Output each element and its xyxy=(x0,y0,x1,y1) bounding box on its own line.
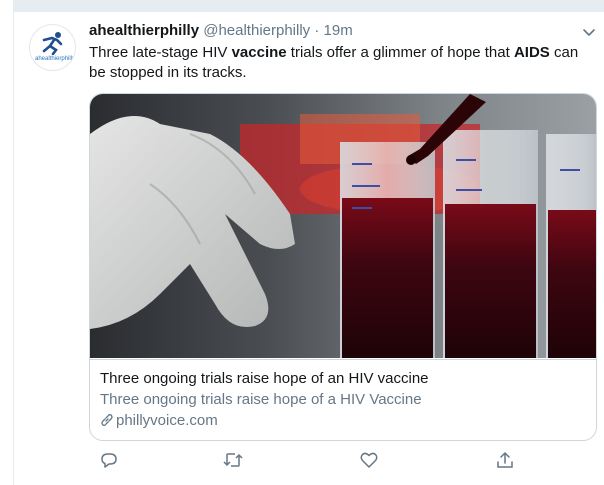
retweet-button[interactable] xyxy=(222,450,246,474)
card-image[interactable] xyxy=(90,94,596,358)
test-tubes-image xyxy=(90,94,596,358)
tweet[interactable]: ahealthierphilly ahealthierphilly @healt… xyxy=(14,12,604,485)
chevron-down-icon xyxy=(583,29,595,36)
timestamp[interactable]: 19m xyxy=(324,22,353,39)
runner-logo-icon xyxy=(42,32,63,55)
share-button[interactable] xyxy=(495,450,519,474)
link-card[interactable]: Three ongoing trials raise hope of an HI… xyxy=(89,93,597,441)
hashtag-aids: AIDS xyxy=(513,44,550,61)
card-domain-text: phillyvoice.com xyxy=(116,412,218,429)
card-domain: phillyvoice.com xyxy=(100,412,218,429)
avatar[interactable]: ahealthierphilly xyxy=(29,24,76,71)
link-icon xyxy=(101,414,113,426)
card-description: Three ongoing trials raise hope of a HIV… xyxy=(100,391,422,408)
card-details[interactable]: Three ongoing trials raise hope of an HI… xyxy=(90,359,596,440)
handle[interactable]: @healthierphilly xyxy=(203,22,310,39)
display-name[interactable]: ahealthierphilly xyxy=(89,22,199,39)
tweet-header: ahealthierphilly @healthierphilly · 19m xyxy=(89,22,353,42)
card-title: Three ongoing trials raise hope of an HI… xyxy=(100,370,429,387)
tweet-text-part: trials offer a glimmer of hope that xyxy=(286,44,514,61)
reply-button[interactable] xyxy=(99,450,123,474)
retweet-icon xyxy=(223,453,243,467)
more-options-button[interactable] xyxy=(581,24,597,40)
reply-icon xyxy=(101,453,117,468)
tweet-divider xyxy=(14,0,604,12)
tweet-text-part: Three late-stage HIV xyxy=(89,44,232,61)
separator: · xyxy=(314,22,320,39)
share-icon xyxy=(497,452,513,468)
tweet-text: Three late-stage HIV vaccine trials offe… xyxy=(89,43,599,83)
timeline: ahealthierphilly ahealthierphilly @healt… xyxy=(13,0,604,485)
tweet-actions xyxy=(89,450,599,474)
like-button[interactable] xyxy=(359,450,383,474)
heart-icon xyxy=(360,452,378,468)
avatar-brand-text: ahealthierphilly xyxy=(35,56,76,62)
hashtag-vaccine: vaccine xyxy=(231,44,287,61)
